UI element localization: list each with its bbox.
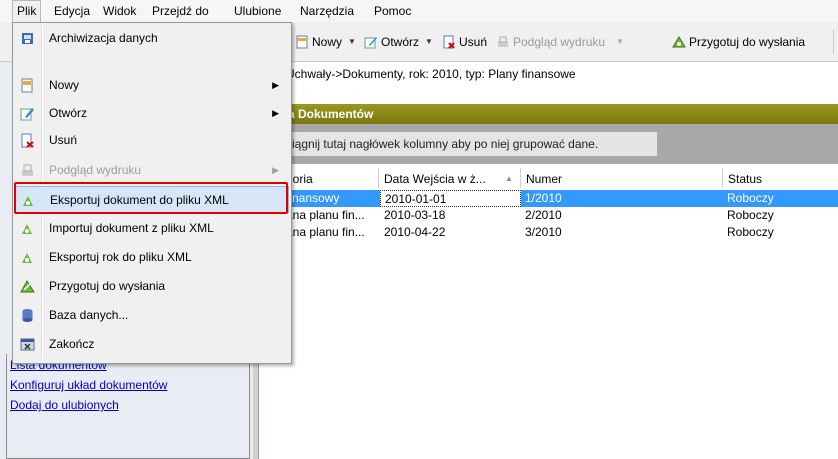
menu-item-label: Nowy (49, 78, 80, 92)
menu-plik[interactable]: Plik (12, 0, 42, 22)
send-prepare-icon (672, 36, 686, 48)
menu-item-label: Archiwizacja danych (49, 31, 158, 45)
menu-edycja[interactable]: Edycja (50, 0, 94, 22)
menu-item-nowy[interactable]: Nowy ▶ (14, 72, 289, 99)
cell-status: Roboczy (727, 191, 774, 205)
prepare-send-label: Przygotuj do wysłania (689, 35, 806, 49)
table-row[interactable]: ana planu fin... 2010-04-22 3/2010 Roboc… (259, 224, 838, 241)
delete-button[interactable]: Usuń (442, 31, 487, 53)
export-year-icon (22, 253, 32, 263)
link-konfiguruj-uklad[interactable]: Konfiguruj układ dokumentów (10, 378, 167, 392)
dropdown-arrow-icon[interactable]: ▼ (348, 31, 356, 53)
column-divider[interactable] (722, 168, 723, 188)
cell-date: 2010-04-22 (384, 225, 446, 239)
cell-date: 2010-03-18 (384, 208, 446, 222)
print-preview-button[interactable]: Podgląd wydruku ▼ (496, 31, 624, 53)
new-document-icon (296, 35, 308, 49)
cell-status: Roboczy (727, 225, 774, 239)
cell-date: 2010-01-01 (380, 190, 521, 207)
submenu-arrow-icon: ▶ (272, 80, 279, 90)
column-header-status[interactable]: Status (728, 170, 828, 188)
menu-item-importuj-dokument[interactable]: Importuj dokument z pliku XML (14, 215, 289, 242)
menu-item-label: Zakończ (49, 337, 95, 351)
menu-item-eksportuj-rok[interactable]: Eksportuj rok do pliku XML (14, 244, 289, 271)
print-preview-label: Podgląd wydruku (513, 35, 606, 49)
cell-category: finansowy (286, 191, 340, 205)
menu-item-label: Importuj dokument z pliku XML (49, 221, 214, 235)
delete-icon (443, 35, 455, 49)
table-row[interactable]: finansowy 2010-01-01 1/2010 Roboczy (259, 190, 838, 207)
cell-status: Roboczy (727, 208, 774, 222)
menu-narzedzia[interactable]: Narzędzia (296, 0, 358, 22)
column-header-category[interactable]: goria (286, 170, 376, 188)
menu-widok[interactable]: Widok (99, 0, 140, 22)
open-edit-icon (364, 37, 377, 49)
menu-pomoc[interactable]: Pomoc (370, 0, 415, 22)
delete-button-label: Usuń (459, 35, 488, 49)
cell-number: 1/2010 (525, 191, 562, 205)
dropdown-arrow-icon[interactable]: ▼ (616, 31, 624, 53)
column-divider[interactable] (520, 168, 521, 188)
menu-przejdz-do[interactable]: Przejdź do (148, 0, 213, 22)
new-document-icon (21, 78, 33, 93)
prepare-send-button[interactable]: Przygotuj do wysłania (672, 31, 805, 53)
highlight-outline (14, 182, 288, 214)
cell-category: ana planu fin... (286, 208, 365, 222)
submenu-arrow-icon: ▶ (272, 165, 279, 175)
menu-item-usun[interactable]: Usuń (14, 127, 289, 154)
send-prepare-icon (20, 280, 35, 293)
menu-item-otworz[interactable]: Otwórz ▶ (14, 100, 289, 127)
database-icon (22, 309, 33, 322)
column-divider[interactable] (378, 168, 379, 188)
menu-bar: Plik Edycja Widok Przejdź do Ulubione Na… (0, 0, 838, 23)
menu-item-baza-danych[interactable]: Baza danych... (14, 302, 289, 329)
cell-number: 3/2010 (525, 225, 562, 239)
open-edit-icon (20, 108, 34, 121)
new-button-label: Nowy (312, 35, 343, 49)
open-button[interactable]: Otwórz ▼ (364, 31, 433, 53)
menu-item-label: Baza danych... (49, 308, 129, 322)
breadcrumb: Uchwały->Dokumenty, rok: 2010, typ: Plan… (258, 62, 838, 86)
documents-panel-title: a Dokumentów (258, 104, 838, 124)
column-header-date[interactable]: Data Wejścia w ż... (384, 170, 494, 188)
table-row[interactable]: ana planu fin... 2010-03-18 2/2010 Roboc… (259, 207, 838, 224)
new-button[interactable]: Nowy ▼ (295, 31, 356, 53)
menu-item-archiwizacja[interactable]: Archiwizacja danych (14, 25, 289, 52)
cell-category: ana planu fin... (286, 225, 365, 239)
menu-item-label: Przygotuj do wysłania (49, 279, 166, 293)
toolbar-separator (833, 30, 834, 54)
print-preview-icon (22, 164, 33, 176)
open-button-label: Otwórz (381, 35, 420, 49)
menu-item-podglad[interactable]: Podgląd wydruku ▶ (14, 157, 289, 184)
dropdown-arrow-icon[interactable]: ▼ (425, 31, 433, 53)
sort-ascending-icon: ▲ (505, 170, 519, 188)
archive-icon (22, 33, 33, 44)
menu-item-label: Eksportuj rok do pliku XML (49, 250, 192, 264)
import-xml-icon (22, 224, 32, 234)
menu-item-label: Podgląd wydruku (49, 163, 142, 177)
exit-icon (20, 338, 35, 351)
submenu-arrow-icon: ▶ (272, 108, 279, 118)
menu-item-label: Otwórz (49, 106, 88, 120)
menu-ulubione[interactable]: Ulubione (230, 0, 285, 22)
menu-item-label: Usuń (49, 133, 78, 147)
menu-item-zakoncz[interactable]: Zakończ (14, 331, 289, 358)
menu-item-przygotuj[interactable]: Przygotuj do wysłania (14, 273, 289, 300)
print-preview-icon (498, 36, 508, 47)
cell-number: 2/2010 (525, 208, 562, 222)
column-header-number[interactable]: Numer (526, 170, 706, 188)
delete-icon (21, 133, 34, 148)
group-by-hint[interactable]: ciągnij tutaj nagłówek kolumny aby po ni… (262, 132, 657, 156)
link-dodaj-do-ulubionych[interactable]: Dodaj do ulubionych (10, 398, 119, 412)
